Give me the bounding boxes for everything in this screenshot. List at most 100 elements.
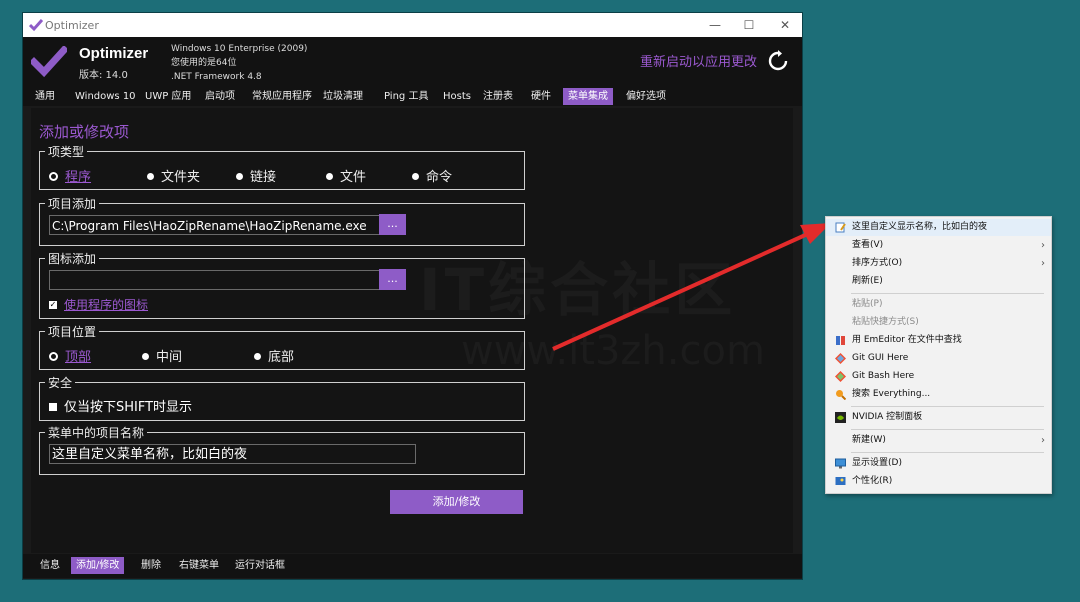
tab-hosts[interactable]: Hosts — [438, 88, 476, 105]
radio-file[interactable]: 文件 — [326, 166, 366, 185]
menu-item-view[interactable]: 查看(V) › — [826, 237, 1051, 254]
menu-item-git-bash[interactable]: Git Bash Here — [826, 368, 1051, 385]
tab-registry[interactable]: 注册表 — [478, 88, 518, 105]
optimizer-window: Optimizer — ☐ ✕ Optimizer 版本: 14.0 Windo… — [23, 13, 802, 579]
chevron-right-icon: › — [1041, 435, 1045, 446]
icon-add-group: 图标添加 ... ✓ 使用程序的图标 — [39, 250, 525, 319]
arch-info: 您使用的是64位 — [171, 58, 237, 68]
menu-item-label: Git GUI Here — [852, 353, 909, 363]
radio-link[interactable]: 链接 — [236, 166, 276, 185]
radio-middle[interactable]: 中间 — [142, 346, 182, 365]
program-path-input[interactable]: C:\Program Files\HaoZipRename\HaoZipRena… — [49, 215, 384, 235]
menu-item-custom[interactable]: 这里自定义显示名称，比如白的夜 — [826, 219, 1051, 236]
tab-general[interactable]: 通用 — [30, 88, 60, 105]
display-icon — [835, 458, 846, 469]
radio-command[interactable]: 命令 — [412, 166, 452, 185]
radio-program[interactable]: 程序 — [49, 166, 91, 185]
menu-item-personalize[interactable]: 个性化(R) — [826, 473, 1051, 490]
tab-common-apps[interactable]: 常规应用程序 — [247, 88, 317, 105]
maximize-button[interactable]: ☐ — [732, 13, 766, 37]
close-button[interactable]: ✕ — [768, 13, 802, 37]
radio-bottom[interactable]: 底部 — [254, 346, 294, 365]
icon-path-input[interactable] — [49, 270, 384, 290]
menu-name-input[interactable]: 这里自定义菜单名称，比如白的夜 — [49, 444, 416, 464]
use-program-icon-checkbox[interactable]: ✓ 使用程序的图标 — [49, 296, 148, 313]
bottom-tab-add-modify[interactable]: 添加/修改 — [71, 557, 125, 574]
security-legend: 安全 — [45, 374, 76, 391]
bottom-tab-info[interactable]: 信息 — [35, 557, 65, 574]
minimize-button[interactable]: — — [698, 13, 732, 37]
radio-command-label: 命令 — [426, 170, 453, 185]
security-group: 安全 仅当按下SHIFT时显示 — [39, 374, 525, 421]
checkmark-logo-icon — [31, 46, 67, 78]
personalize-icon — [835, 477, 846, 485]
menu-item-label: 查看(V) — [852, 240, 884, 250]
menu-item-label: Git Bash Here — [852, 371, 915, 381]
menu-item-refresh[interactable]: 刷新(E) — [826, 273, 1051, 290]
menu-item-display-settings[interactable]: 显示设置(D) — [826, 455, 1051, 472]
app-version: 版本: 14.0 — [79, 70, 128, 81]
menu-item-everything[interactable]: 搜索 Everything... — [826, 386, 1051, 403]
menu-item-emeditor[interactable]: 用 EmEditor 在文件中查找 — [826, 332, 1051, 349]
menu-item-label: 排序方式(O) — [852, 258, 903, 268]
icon-add-legend: 图标添加 — [45, 250, 100, 267]
menu-item-label: 粘贴快捷方式(S) — [852, 317, 919, 327]
checkmark-logo-icon — [29, 19, 43, 32]
item-add-legend: 项目添加 — [45, 195, 100, 212]
nvidia-icon — [835, 412, 846, 423]
menu-item-sort[interactable]: 排序方式(O) › — [826, 255, 1051, 272]
framework-info: .NET Framework 4.8 — [171, 72, 262, 82]
os-info: Windows 10 Enterprise (2009) — [171, 44, 308, 54]
radio-top[interactable]: 顶部 — [49, 346, 91, 365]
window-title: Optimizer — [45, 19, 99, 32]
item-add-group: 项目添加 C:\Program Files\HaoZipRename\HaoZi… — [39, 195, 525, 246]
tab-hardware[interactable]: 硬件 — [526, 88, 556, 105]
menu-item-label: 显示设置(D) — [852, 458, 902, 468]
radio-top-label: 顶部 — [65, 350, 92, 365]
menu-item-paste: 粘贴(P) — [826, 296, 1051, 313]
tab-preferences[interactable]: 偏好选项 — [621, 88, 671, 105]
restart-icon[interactable] — [767, 50, 789, 72]
tab-cleaner[interactable]: 垃圾清理 — [318, 88, 368, 105]
bottom-tab-context-menu[interactable]: 右键菜单 — [174, 557, 224, 574]
title-bar: Optimizer — ☐ ✕ — [23, 13, 802, 37]
git-icon — [835, 371, 846, 382]
tab-startup[interactable]: 启动项 — [200, 88, 240, 105]
tab-ping[interactable]: Ping 工具 — [379, 88, 433, 105]
menu-item-paste-shortcut: 粘贴快捷方式(S) — [826, 314, 1051, 331]
shift-only-checkbox[interactable]: 仅当按下SHIFT时显示 — [49, 396, 192, 415]
menu-item-label: NVIDIA 控制面板 — [852, 412, 923, 422]
menu-item-git-gui[interactable]: Git GUI Here — [826, 350, 1051, 367]
menu-item-nvidia[interactable]: NVIDIA 控制面板 — [826, 409, 1051, 426]
shift-only-label: 仅当按下SHIFT时显示 — [64, 400, 193, 415]
menu-item-label: 个性化(R) — [852, 476, 893, 486]
radio-folder[interactable]: 文件夹 — [147, 166, 200, 185]
browse-program-button[interactable]: ... — [379, 214, 406, 235]
browse-icon-button[interactable]: ... — [379, 269, 406, 290]
menu-item-new[interactable]: 新建(W) › — [826, 432, 1051, 449]
context-menu: 这里自定义显示名称，比如白的夜 查看(V) › 排序方式(O) › 刷新(E) … — [825, 216, 1052, 494]
radio-link-label: 链接 — [250, 170, 277, 185]
use-program-icon-label: 使用程序的图标 — [64, 298, 149, 312]
menu-separator — [851, 429, 1044, 430]
item-type-legend: 项类型 — [45, 143, 88, 160]
search-everything-icon — [836, 390, 846, 400]
menu-separator — [851, 293, 1044, 294]
position-legend: 项目位置 — [45, 323, 100, 340]
restart-label[interactable]: 重新启动以应用更改 — [640, 51, 757, 70]
add-modify-button[interactable]: 添加/修改 — [390, 490, 523, 514]
app-header: Optimizer 版本: 14.0 Windows 10 Enterprise… — [23, 37, 802, 87]
emeditor-icon — [836, 336, 845, 345]
menu-item-label: 刷新(E) — [852, 276, 883, 286]
bottom-tab-delete[interactable]: 删除 — [136, 557, 166, 574]
chevron-right-icon: › — [1041, 258, 1045, 269]
radio-program-label: 程序 — [65, 170, 92, 185]
menu-item-label: 粘贴(P) — [852, 299, 883, 309]
tab-windows10[interactable]: Windows 10 — [70, 88, 141, 105]
menu-item-label: 搜索 Everything... — [852, 389, 931, 399]
tab-menu-integration[interactable]: 菜单集成 — [563, 88, 613, 105]
bottom-tab-run-dialog[interactable]: 运行对话框 — [230, 557, 290, 574]
position-group: 项目位置 顶部 中间 底部 — [39, 323, 525, 370]
tab-uwp[interactable]: UWP 应用 — [140, 88, 196, 105]
app-name: Optimizer — [79, 45, 149, 62]
